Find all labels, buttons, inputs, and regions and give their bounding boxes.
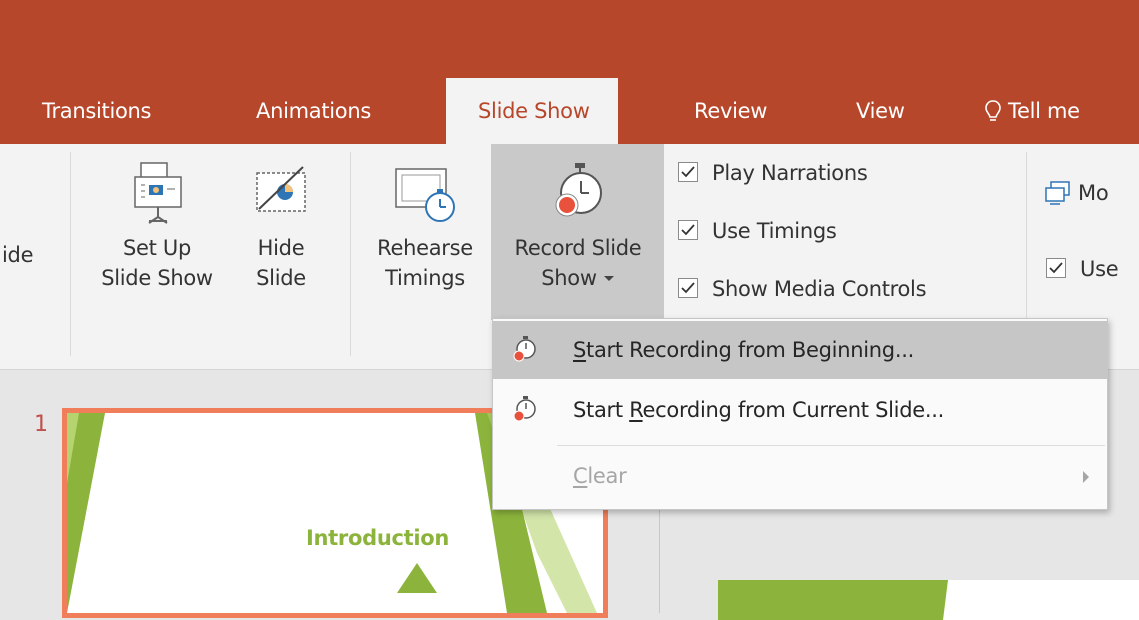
menu-item-start-from-beginning[interactable]: Start Recording from Beginning... xyxy=(493,321,1107,379)
partial-left-button[interactable]: ide xyxy=(2,240,33,270)
partial-left-label: ide xyxy=(2,243,34,267)
ribbon-tab-bar: Transitions Animations Slide Show Review… xyxy=(0,0,1139,144)
rehearse-timings-button[interactable]: Rehearse Timings xyxy=(366,155,484,293)
menu-item-clear[interactable]: Clear xyxy=(493,447,1107,505)
menu-item-label: Start Recording from Current Slide... xyxy=(573,381,944,439)
menu-item-start-from-current-slide[interactable]: Start Recording from Current Slide... xyxy=(493,381,1107,439)
set-up-slide-show-line2: Slide Show xyxy=(101,266,213,290)
monitor-icon xyxy=(1045,181,1070,205)
access-key: R xyxy=(629,398,643,422)
record-slide-show-line1: Record Slide xyxy=(514,236,642,260)
checkmark-icon xyxy=(1049,262,1063,274)
access-key: S xyxy=(573,338,587,362)
record-slide-show-line2: Show xyxy=(493,263,663,293)
label-part: Start xyxy=(573,398,630,422)
slide-canvas[interactable] xyxy=(718,580,1139,620)
tab-transitions[interactable]: Transitions xyxy=(42,78,152,144)
record-stopwatch-icon xyxy=(513,336,536,362)
hide-slide-line1: Hide xyxy=(257,236,305,260)
hide-slide-icon xyxy=(256,166,306,212)
record-stopwatch-icon xyxy=(513,396,536,422)
slide-canvas-decoration xyxy=(718,580,948,620)
checkbox-box[interactable] xyxy=(678,220,698,240)
ribbon-group-separator xyxy=(350,152,351,356)
lightbulb-icon xyxy=(985,100,1001,121)
label-part: ecording from Current Slide... xyxy=(642,398,945,422)
record-stopwatch-icon xyxy=(555,163,602,217)
tell-me-box[interactable]: Tell me xyxy=(984,78,1080,144)
use-presenter-view-label: Use xyxy=(1080,257,1119,281)
checkmark-icon xyxy=(681,224,695,236)
record-slide-show-line2-text: Show xyxy=(541,266,597,290)
ribbon-group-separator xyxy=(70,152,71,356)
submenu-arrow-icon xyxy=(1083,471,1089,483)
slide-number: 1 xyxy=(34,412,48,437)
checkmark-icon xyxy=(681,282,695,294)
show-media-controls-label: Show Media Controls xyxy=(712,277,927,301)
tab-slide-show[interactable]: Slide Show xyxy=(446,78,618,144)
chevron-down-icon xyxy=(603,276,614,281)
setup-slideshow-icon xyxy=(134,162,182,224)
label-part: lear xyxy=(587,464,627,488)
slide-title-text: Introduction xyxy=(306,526,450,550)
set-up-slide-show-line1: Set Up xyxy=(122,236,192,260)
menu-separator xyxy=(557,445,1105,446)
tab-animations[interactable]: Animations xyxy=(256,78,371,144)
checkbox-box[interactable] xyxy=(678,278,698,298)
label-part: tart Recording from Beginning... xyxy=(586,338,914,362)
tell-me-label: Tell me xyxy=(1008,99,1080,123)
set-up-slide-show-button[interactable]: Set Up Slide Show xyxy=(84,155,230,293)
record-slide-show-menu: Start Recording from Beginning... Start … xyxy=(492,318,1108,510)
play-narrations-label: Play Narrations xyxy=(712,161,868,185)
hide-slide-line2: Slide xyxy=(256,266,306,290)
rehearse-timings-line2: Timings xyxy=(385,266,465,290)
access-key: C xyxy=(573,464,588,488)
menu-item-label: Clear xyxy=(573,447,627,505)
hide-slide-button[interactable]: Hide Slide xyxy=(244,155,318,293)
use-timings-label: Use Timings xyxy=(712,219,837,243)
menu-item-label: Start Recording from Beginning... xyxy=(573,321,914,379)
tab-view[interactable]: View xyxy=(856,78,905,144)
checkbox-box[interactable] xyxy=(1046,258,1066,278)
checkbox-box[interactable] xyxy=(678,162,698,182)
monitor-label: Mo xyxy=(1078,181,1109,205)
tab-review[interactable]: Review xyxy=(694,78,767,144)
rehearse-timings-icon xyxy=(395,168,455,222)
record-slide-show-button[interactable]: Record Slide Show xyxy=(493,155,663,293)
checkmark-icon xyxy=(681,166,695,178)
rehearse-timings-line1: Rehearse xyxy=(377,236,473,260)
